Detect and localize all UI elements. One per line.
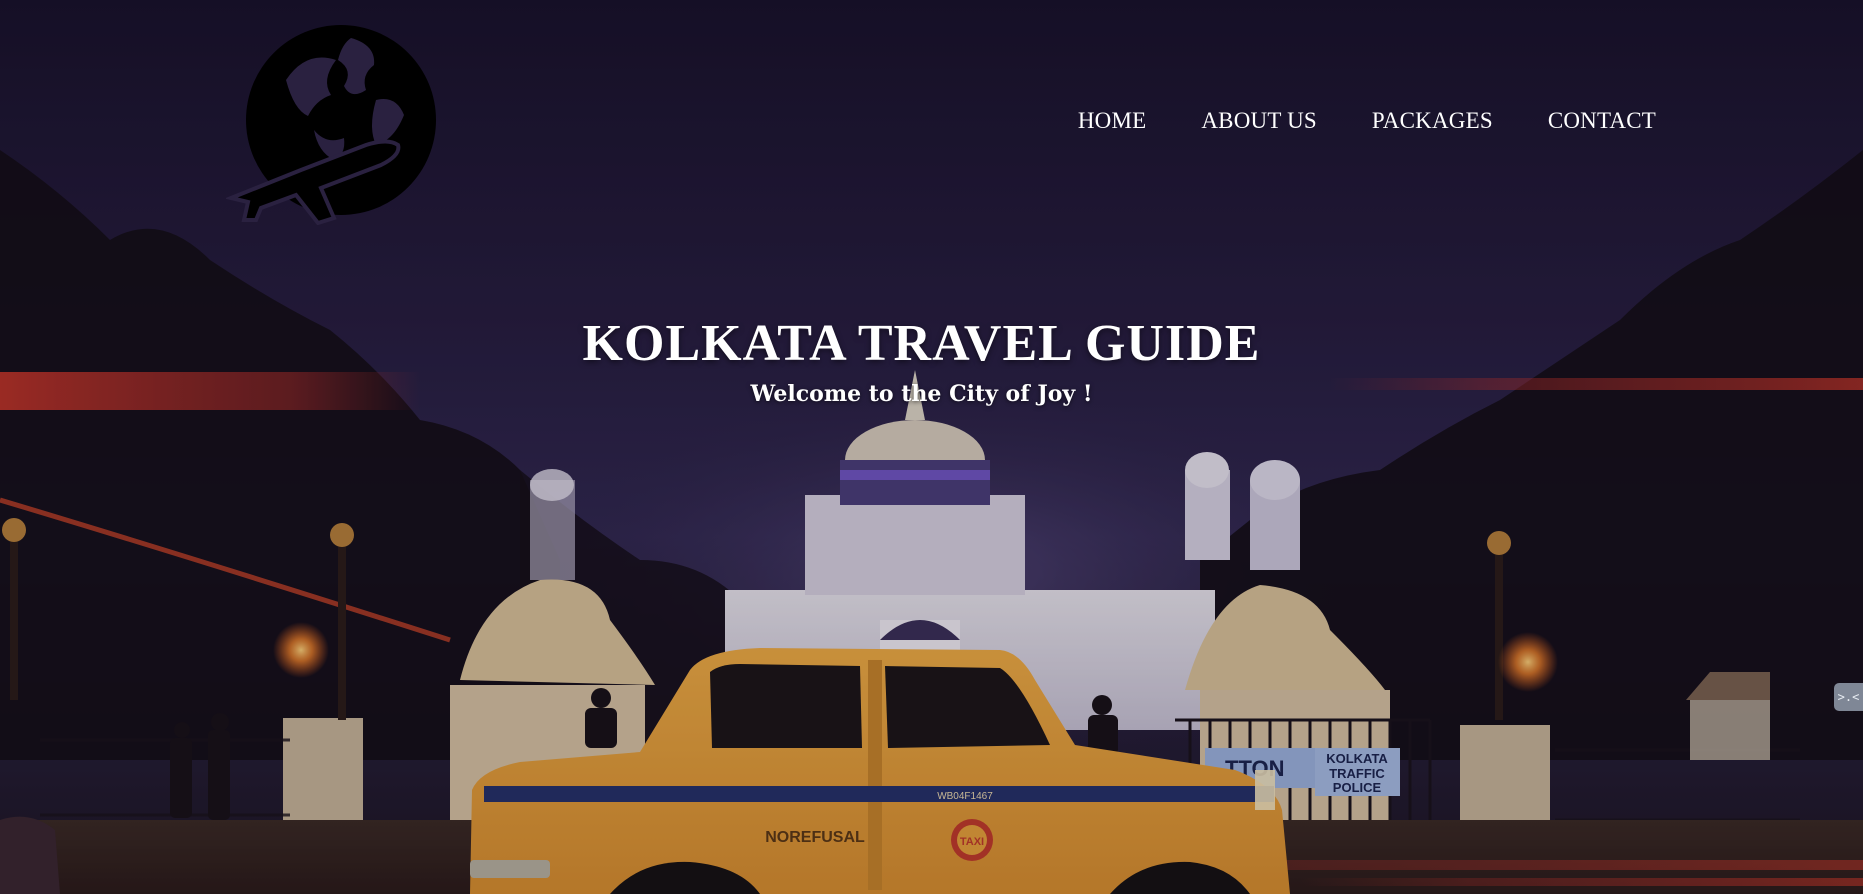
hero-section: KOLKATA TRAVEL GUIDE Welcome to the City… [0,314,1843,408]
side-widget-toggle[interactable]: >.< [1834,683,1863,711]
nav-item-packages[interactable]: PACKAGES [1372,108,1493,134]
nav-item-contact[interactable]: CONTACT [1548,108,1656,134]
main-nav: HOME ABOUT US PACKAGES CONTACT [1078,108,1656,134]
nav-item-home[interactable]: HOME [1078,108,1147,134]
expand-collapse-icon: >.< [1837,690,1860,704]
page: TTON KOLKATA TRAFFIC POLICE NOREFUSAL TA… [0,0,1863,894]
hero-subtitle: Welcome to the City of Joy ! [750,381,1093,407]
nav-item-about-us[interactable]: ABOUT US [1201,108,1317,134]
hero-title: KOLKATA TRAVEL GUIDE [582,315,1261,372]
globe-airplane-icon [226,25,436,225]
logo[interactable] [226,20,441,225]
